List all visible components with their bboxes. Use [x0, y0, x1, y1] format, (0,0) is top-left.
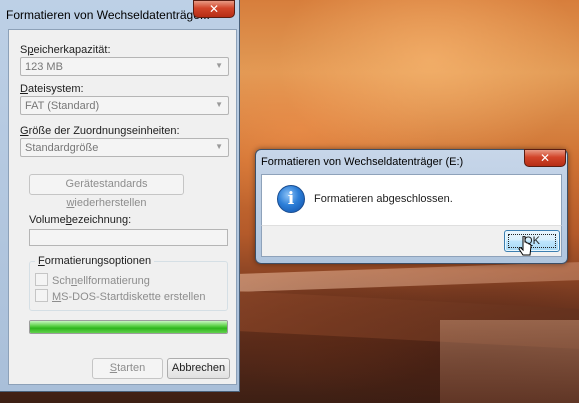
format-window-close-button[interactable]: ✕	[193, 0, 235, 18]
capacity-value: 123 MB	[25, 61, 63, 73]
chevron-down-icon: ▼	[215, 142, 223, 151]
filesystem-select[interactable]: FAT (Standard) ▼	[20, 96, 229, 115]
capacity-select[interactable]: 123 MB ▼	[20, 57, 229, 76]
chevron-down-icon: ▼	[215, 61, 223, 70]
chevron-down-icon: ▼	[215, 100, 223, 109]
format-options-title: Formatierungsoptionen	[35, 255, 155, 267]
quick-format-checkbox[interactable]: Schnellformatierung	[35, 273, 150, 287]
format-progress-fill	[30, 321, 227, 333]
dialog-message: Formatieren abgeschlossen.	[314, 193, 453, 205]
allocation-value: Standardgröße	[25, 142, 99, 154]
msdos-startup-disk-checkbox[interactable]: MS-DOS-Startdiskette erstellen	[35, 289, 205, 303]
restore-defaults-button[interactable]: Gerätestandards wiederherstellen	[29, 174, 184, 209]
format-window-title: Formatieren von Wechseldatenträge...	[6, 8, 210, 22]
volume-label-label: Volumebezeichnung:	[29, 214, 132, 226]
format-progress-bar	[29, 320, 228, 334]
dialog-title: Formatieren von Wechseldatenträger (E:)	[261, 156, 464, 168]
start-button[interactable]: Starten	[92, 358, 163, 379]
checkbox-box	[35, 289, 48, 302]
filesystem-label: Dateisystem:	[20, 83, 84, 95]
mouse-pointer-icon	[518, 236, 532, 256]
wallpaper-rock-layer	[240, 262, 579, 292]
wallpaper-rock-layer	[440, 320, 579, 403]
checkbox-box	[35, 273, 48, 286]
allocation-label: Größe der Zuordnungseinheiten:	[20, 125, 180, 137]
dialog-footer: OK	[261, 225, 562, 257]
allocation-select[interactable]: Standardgröße ▼	[20, 138, 229, 157]
dialog-close-button[interactable]: ✕	[524, 149, 566, 167]
filesystem-value: FAT (Standard)	[25, 100, 100, 112]
volume-label-input[interactable]	[29, 229, 228, 246]
info-icon: i	[277, 185, 305, 213]
cancel-button[interactable]: Abbrechen	[167, 358, 230, 379]
capacity-label: Speicherkapazität:	[20, 44, 111, 56]
dialog-body: i Formatieren abgeschlossen.	[261, 174, 562, 225]
format-window: Formatieren von Wechseldatenträge... ✕ S…	[0, 0, 240, 392]
